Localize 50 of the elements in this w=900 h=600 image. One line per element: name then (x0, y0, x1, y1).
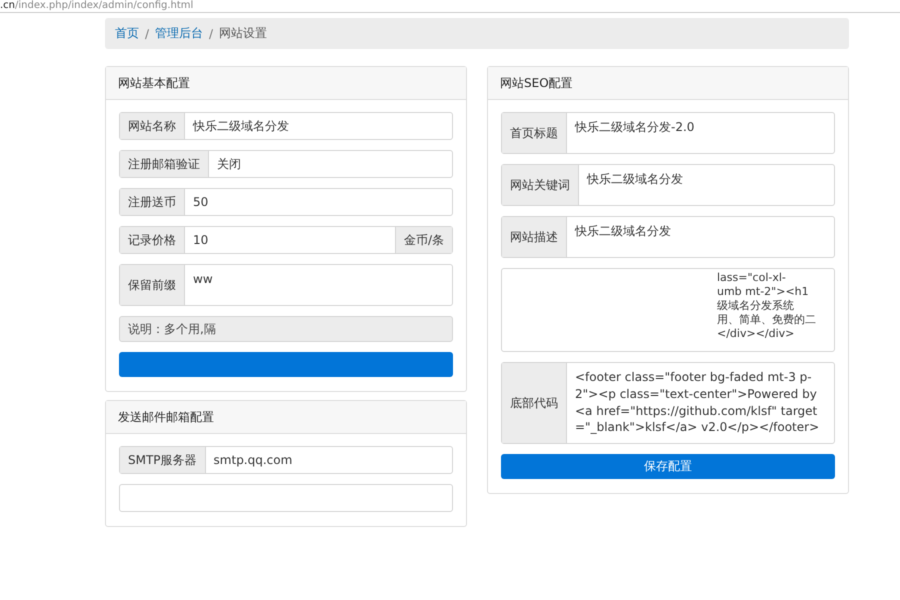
field-label: 注册送币 (120, 189, 185, 215)
textarea-group[interactable]: 保留前缀 ww (119, 264, 453, 306)
input-value: 50 (192, 194, 210, 211)
textarea-field[interactable]: lass="col-xl- umb mt-2"><h1 级域名分发系统 用、简单、免费的二 </div></div> (501, 268, 835, 352)
address-text: .cn/index.php/index/admin/config.html (0, 0, 194, 12)
field-label: 首页标题 (502, 113, 567, 153)
input-value: smtp.qq.com (212, 452, 294, 469)
textarea-group[interactable]: 网站关键词 快乐二级域名分发 (501, 164, 835, 206)
code-line: 用、简单、免费的二 (717, 313, 817, 328)
field-label: 网站关键词 (502, 165, 579, 205)
field-suffix: 金币/条 (394, 227, 452, 253)
breadcrumb-link[interactable]: 管理后台 (155, 25, 204, 42)
card-title: 网站SEO配置 (488, 67, 848, 100)
code-line: 级域名分发系统 (717, 299, 795, 314)
card-title: 发送邮件邮箱配置 (106, 401, 466, 434)
breadcrumb-link[interactable]: 首页 (115, 25, 139, 42)
textarea-value: 快乐二级域名分发 (574, 223, 672, 240)
textarea-value: 快乐二级域名分发-2.0 (574, 119, 696, 136)
save-button[interactable]: 保存配置 (501, 454, 835, 479)
textarea-value: 快乐二级域名分发 (586, 171, 684, 188)
input-value: 关闭 (216, 156, 242, 173)
input-group[interactable]: 注册送币 50 (119, 188, 453, 216)
textarea-group[interactable]: 底部代码 <footer class="footer bg-faded mt-3 p-2"><p class="text-center">Powered by <a href="https://github.com/klsf" target="_blank">klsf</a> v2.0</p></footer> (501, 362, 835, 444)
field-label: 记录价格 (120, 227, 185, 253)
field-label: 底部代码 (502, 363, 567, 443)
input-group[interactable]: SMTP服务器 smtp.qq.com (119, 446, 453, 474)
textarea-value: ww (192, 271, 214, 288)
textarea-group[interactable]: 首页标题 快乐二级域名分发-2.0 (501, 112, 835, 154)
textarea-group[interactable]: 网站描述 快乐二级域名分发 (501, 216, 835, 258)
breadcrumb-separator: / (209, 26, 214, 40)
input-group[interactable]: 网站名称 快乐二级域名分发 (119, 112, 453, 140)
input-group[interactable]: 记录价格 10 金币/条 (119, 226, 453, 254)
input-value: 10 (192, 232, 210, 249)
help-note: 说明：多个用,隔 (119, 316, 453, 342)
field-label: 注册邮箱验证 (120, 151, 209, 177)
input-value: 快乐二级域名分发 (192, 118, 290, 135)
field-label: SMTP服务器 (120, 447, 206, 473)
field-label: 网站描述 (502, 217, 567, 257)
textarea-value: <footer class="footer bg-faded mt-3 p-2"><p class="text-center">Powered by <a href="https://github.com/klsf" target="_blank">klsf</a> v2.0</p></footer> (574, 369, 820, 436)
card-title: 网站基本配置 (106, 67, 466, 100)
input-group[interactable] (119, 484, 453, 512)
code-line: umb mt-2"><h1 (717, 285, 810, 300)
breadcrumb-current: 网站设置 (219, 25, 268, 42)
code-line: lass="col-xl- (717, 271, 787, 286)
submit-button[interactable] (119, 352, 453, 377)
input-group[interactable]: 注册邮箱验证 关闭 (119, 150, 453, 178)
breadcrumb-separator: / (145, 26, 150, 40)
field-label: 保留前缀 (120, 265, 185, 305)
field-label: 网站名称 (120, 113, 185, 139)
code-line: </div></div> (717, 327, 796, 342)
